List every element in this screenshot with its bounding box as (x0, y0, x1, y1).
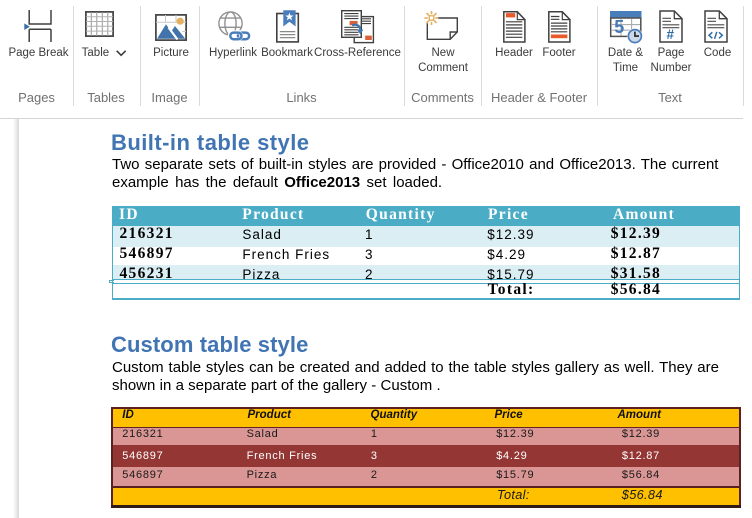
svg-text:#: # (667, 27, 675, 42)
svg-text:5: 5 (614, 17, 624, 37)
